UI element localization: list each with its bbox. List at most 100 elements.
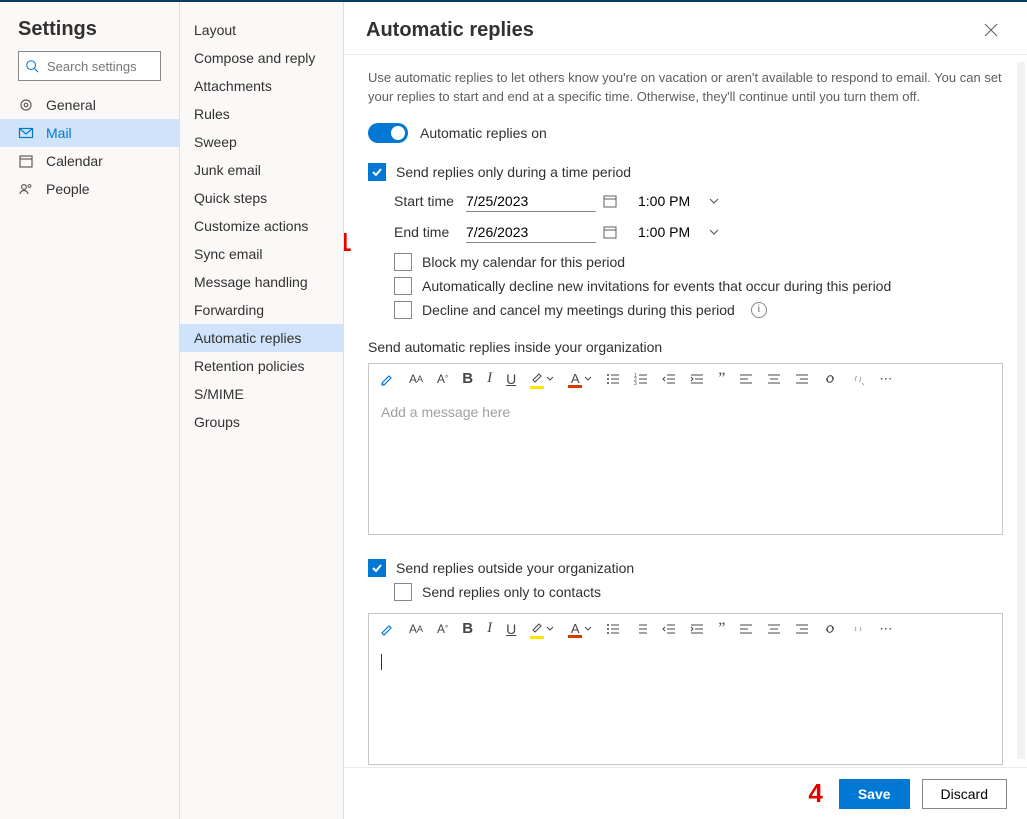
chevron-down-icon [546, 375, 554, 383]
outside-toolbar: AA A° B I U A [369, 614, 1002, 644]
subnav-customize[interactable]: Customize actions [180, 212, 343, 240]
inside-editor-body[interactable]: Add a message here [369, 394, 1002, 534]
outdent-button[interactable] [662, 372, 676, 386]
only-contacts-checkbox[interactable] [394, 583, 412, 601]
bullet-list-button[interactable] [606, 372, 620, 386]
highlight-button[interactable] [530, 370, 554, 387]
text-cursor [381, 654, 382, 670]
align-center-button[interactable] [767, 622, 781, 636]
italic-button[interactable]: I [487, 370, 492, 387]
subnav-msghandling[interactable]: Message handling [180, 268, 343, 296]
subnav-rules[interactable]: Rules [180, 100, 343, 128]
unlink-button[interactable] [851, 372, 865, 386]
category-label: Calendar [46, 153, 103, 169]
italic-button[interactable]: I [487, 620, 492, 637]
subnav-attachments[interactable]: Attachments [180, 72, 343, 100]
decline-cancel-checkbox[interactable] [394, 301, 412, 319]
align-left-button[interactable] [739, 372, 753, 386]
indent-button[interactable] [690, 372, 704, 386]
end-time-input[interactable] [638, 222, 696, 242]
font-color-button[interactable]: A [568, 621, 592, 636]
inside-toolbar: AA A° B I U A [369, 364, 1002, 394]
scroll-area: Use automatic replies to let others know… [344, 55, 1027, 767]
inside-editor: AA A° B I U A [368, 363, 1003, 535]
subnav-forwarding[interactable]: Forwarding [180, 296, 343, 324]
more-button[interactable]: ⋯ [879, 371, 892, 387]
start-time-input[interactable] [638, 191, 696, 211]
underline-button[interactable]: U [506, 621, 516, 637]
category-mail[interactable]: Mail [0, 119, 179, 147]
decline-new-label: Automatically decline new invitations fo… [422, 278, 891, 294]
chevron-down-icon[interactable] [708, 195, 720, 207]
close-button[interactable] [977, 16, 1005, 44]
page-title: Automatic replies [366, 19, 977, 42]
annotation-1: 1 [344, 227, 351, 258]
quote-button[interactable]: ” [718, 620, 725, 638]
indent-button[interactable] [690, 622, 704, 636]
subnav-autoreplies[interactable]: Automatic replies [180, 324, 343, 352]
block-calendar-checkbox[interactable] [394, 253, 412, 271]
category-label: General [46, 97, 96, 113]
number-list-button[interactable]: 123 [634, 372, 648, 386]
block-calendar-label: Block my calendar for this period [422, 254, 625, 270]
subnav-layout[interactable]: Layout [180, 16, 343, 44]
calendar-icon[interactable] [602, 193, 618, 209]
format-painter-icon[interactable] [379, 621, 395, 637]
outside-checkbox[interactable] [368, 559, 386, 577]
outdent-button[interactable] [662, 622, 676, 636]
align-center-button[interactable] [767, 372, 781, 386]
autoreplies-toggle-label: Automatic replies on [420, 125, 547, 141]
align-right-button[interactable] [795, 372, 809, 386]
settings-window: Settings General Mail Calendar Peopl [0, 0, 1027, 819]
link-button[interactable] [823, 372, 837, 386]
chevron-down-icon[interactable] [708, 226, 720, 238]
subnav-sync[interactable]: Sync email [180, 240, 343, 268]
subnav-sweep[interactable]: Sweep [180, 128, 343, 156]
bullet-list-button[interactable] [606, 622, 620, 636]
save-button[interactable]: Save [839, 779, 910, 809]
autoreplies-toggle[interactable] [368, 123, 408, 143]
search-settings-box[interactable] [18, 51, 161, 81]
start-time-label: Start time [394, 193, 466, 209]
subnav-smime[interactable]: S/MIME [180, 380, 343, 408]
decline-new-checkbox[interactable] [394, 277, 412, 295]
highlight-button[interactable] [530, 620, 554, 637]
calendar-icon[interactable] [602, 224, 618, 240]
subnav-retention[interactable]: Retention policies [180, 352, 343, 380]
category-general[interactable]: General [0, 91, 179, 119]
font-family-icon[interactable]: AA [409, 622, 423, 636]
category-calendar[interactable]: Calendar [0, 147, 179, 175]
font-size-icon[interactable]: A° [437, 372, 448, 386]
info-icon[interactable]: i [751, 302, 767, 318]
more-button[interactable]: ⋯ [879, 621, 892, 637]
unlink-button[interactable] [851, 622, 865, 636]
only-contacts-label: Send replies only to contacts [422, 584, 601, 600]
time-period-checkbox[interactable] [368, 163, 386, 181]
subnav-quicksteps[interactable]: Quick steps [180, 184, 343, 212]
end-date-input[interactable] [466, 222, 596, 243]
start-date-input[interactable] [466, 191, 596, 212]
format-painter-icon[interactable] [379, 371, 395, 387]
subnav-junk[interactable]: Junk email [180, 156, 343, 184]
outside-editor-body[interactable] [369, 644, 1002, 764]
subnav-compose[interactable]: Compose and reply [180, 44, 343, 72]
font-family-icon[interactable]: AA [409, 372, 423, 386]
settings-title: Settings [0, 14, 179, 51]
align-right-button[interactable] [795, 622, 809, 636]
subnav-groups[interactable]: Groups [180, 408, 343, 436]
discard-button[interactable]: Discard [922, 779, 1007, 809]
category-people[interactable]: People [0, 175, 179, 203]
end-time-label: End time [394, 224, 466, 240]
font-size-icon[interactable]: A° [437, 622, 448, 636]
font-color-button[interactable]: A [568, 371, 592, 386]
underline-button[interactable]: U [506, 371, 516, 387]
number-list-button[interactable] [634, 622, 648, 636]
link-button[interactable] [823, 622, 837, 636]
category-label: People [46, 181, 90, 197]
align-left-button[interactable] [739, 622, 753, 636]
bold-button[interactable]: B [462, 620, 473, 637]
search-input[interactable] [45, 58, 154, 75]
people-icon [18, 181, 34, 197]
quote-button[interactable]: ” [718, 370, 725, 388]
bold-button[interactable]: B [462, 370, 473, 387]
